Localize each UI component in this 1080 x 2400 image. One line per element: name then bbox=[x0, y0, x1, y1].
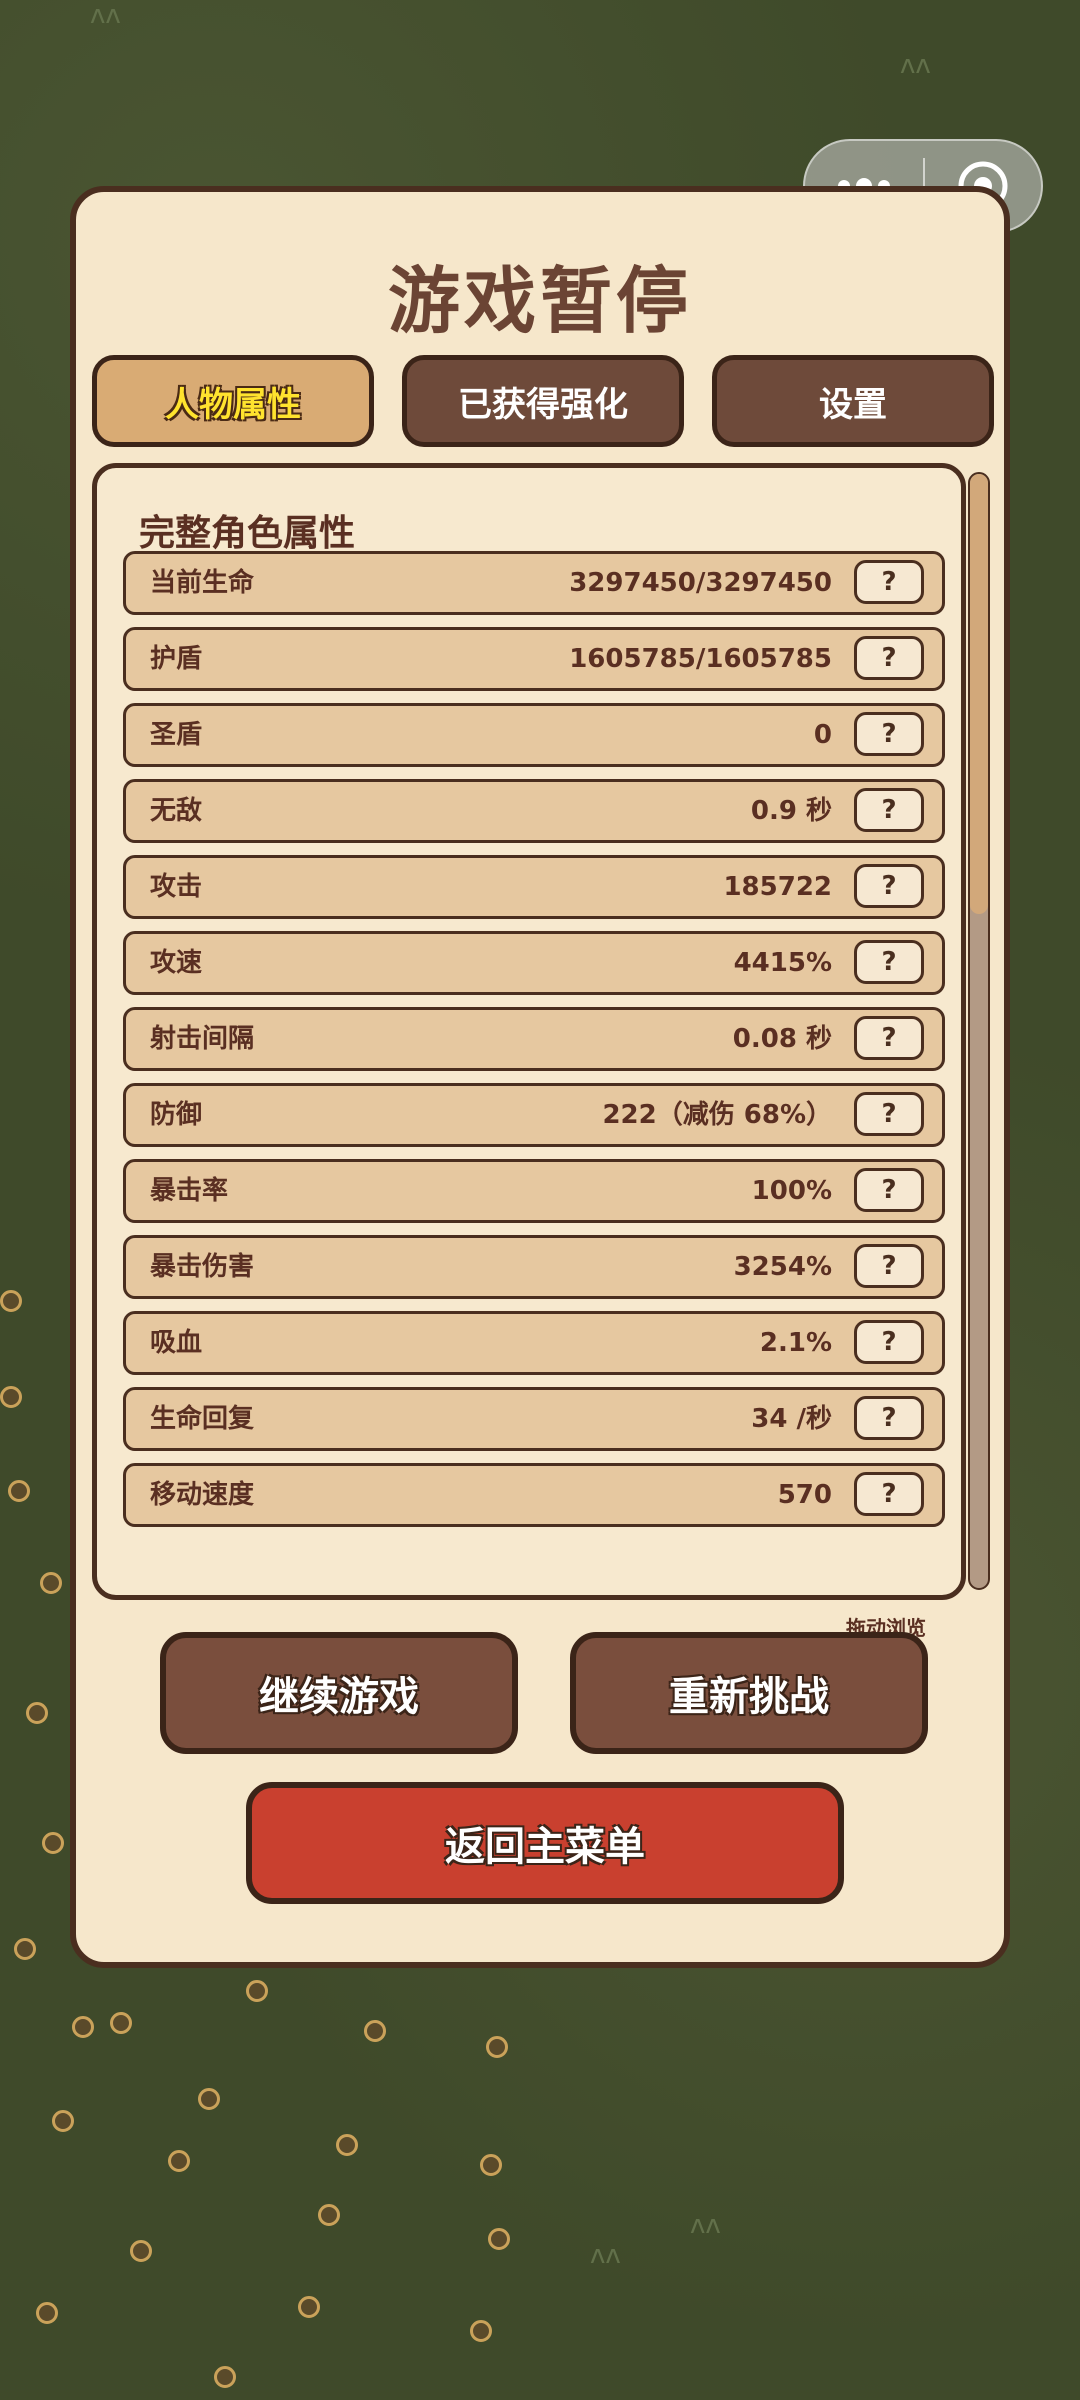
coin bbox=[488, 2228, 510, 2250]
attribute-heading: 完整角色属性 bbox=[139, 513, 356, 554]
coin bbox=[168, 2150, 190, 2172]
grass-icon: ᴧᴧ bbox=[90, 0, 121, 30]
coin bbox=[318, 2204, 340, 2226]
coin bbox=[198, 2088, 220, 2110]
attribute-value: 570 bbox=[777, 1480, 832, 1510]
page-title: 游戏暂停 bbox=[387, 259, 692, 343]
coin bbox=[52, 2110, 74, 2132]
help-button[interactable]: ? bbox=[854, 1016, 924, 1060]
attribute-label: 圣盾 bbox=[150, 720, 203, 750]
attribute-value: 4415% bbox=[733, 948, 832, 978]
help-button[interactable]: ? bbox=[854, 1396, 924, 1440]
attribute-value: 0.08 秒 bbox=[732, 1024, 832, 1054]
grass-icon: ᴧᴧ bbox=[900, 50, 931, 80]
help-button[interactable]: ? bbox=[854, 1168, 924, 1212]
attribute-value: 0.9 秒 bbox=[750, 796, 832, 826]
help-button[interactable]: ? bbox=[854, 864, 924, 908]
attribute-rows: 当前生命 3297450/3297450 ? 护盾 1605785/160578… bbox=[123, 551, 945, 1539]
scrollbar-thumb[interactable] bbox=[970, 474, 988, 914]
attribute-value: 3297450/3297450 bbox=[569, 568, 832, 598]
tab-settings[interactable]: 设置 bbox=[712, 355, 994, 447]
attribute-label: 移动速度 bbox=[150, 1480, 255, 1510]
help-button[interactable]: ? bbox=[854, 1244, 924, 1288]
coin bbox=[364, 2020, 386, 2042]
coin bbox=[470, 2320, 492, 2342]
attribute-row: 吸血 2.1% ? bbox=[123, 1311, 945, 1375]
attribute-value: 34 /秒 bbox=[751, 1404, 832, 1434]
attribute-value: 185722 bbox=[723, 872, 832, 902]
attribute-label: 生命回复 bbox=[150, 1404, 255, 1434]
grass-icon: ᴧᴧ bbox=[590, 2240, 621, 2270]
attribute-label: 无敌 bbox=[150, 796, 203, 826]
attribute-list-panel[interactable]: 完整角色属性 当前生命 3297450/3297450 ? 护盾 1605785… bbox=[92, 463, 966, 1600]
coin bbox=[486, 2036, 508, 2058]
help-button[interactable]: ? bbox=[854, 1092, 924, 1136]
attribute-row: 暴击伤害 3254% ? bbox=[123, 1235, 945, 1299]
attribute-label: 当前生命 bbox=[150, 568, 255, 598]
help-button[interactable]: ? bbox=[854, 712, 924, 756]
help-button[interactable]: ? bbox=[854, 560, 924, 604]
coin bbox=[336, 2134, 358, 2156]
attribute-label: 射击间隔 bbox=[150, 1024, 255, 1054]
coin bbox=[42, 1832, 64, 1854]
help-button[interactable]: ? bbox=[854, 788, 924, 832]
attribute-value: 222（减伤 68%） bbox=[602, 1100, 832, 1130]
coin bbox=[40, 1572, 62, 1594]
coin bbox=[130, 2240, 152, 2262]
coin bbox=[0, 1386, 22, 1408]
coin bbox=[214, 2366, 236, 2388]
attribute-row: 防御 222（减伤 68%） ? bbox=[123, 1083, 945, 1147]
attribute-row: 攻击 185722 ? bbox=[123, 855, 945, 919]
attribute-label: 攻击 bbox=[150, 872, 203, 902]
attribute-row: 圣盾 0 ? bbox=[123, 703, 945, 767]
coin bbox=[246, 1980, 268, 2002]
attribute-label: 攻速 bbox=[150, 948, 203, 978]
coin bbox=[36, 2302, 58, 2324]
attribute-row: 攻速 4415% ? bbox=[123, 931, 945, 995]
attribute-value: 1605785/1605785 bbox=[569, 644, 832, 674]
grass-icon: ᴧᴧ bbox=[690, 2210, 721, 2240]
attribute-label: 防御 bbox=[150, 1100, 203, 1130]
tab-character-attributes[interactable]: 人物属性 bbox=[92, 355, 374, 447]
attribute-row: 暴击率 100% ? bbox=[123, 1159, 945, 1223]
scrollbar[interactable] bbox=[968, 472, 990, 1590]
restart-challenge-button[interactable]: 重新挑战 bbox=[570, 1632, 928, 1754]
attribute-label: 暴击率 bbox=[150, 1176, 229, 1206]
attribute-row: 移动速度 570 ? bbox=[123, 1463, 945, 1527]
attribute-row: 生命回复 34 /秒 ? bbox=[123, 1387, 945, 1451]
coin bbox=[0, 1290, 22, 1312]
attribute-row: 当前生命 3297450/3297450 ? bbox=[123, 551, 945, 615]
coin bbox=[110, 2012, 132, 2034]
coin bbox=[480, 2154, 502, 2176]
continue-game-button[interactable]: 继续游戏 bbox=[160, 1632, 518, 1754]
attribute-value: 0 bbox=[813, 720, 832, 750]
help-button[interactable]: ? bbox=[854, 1472, 924, 1516]
attribute-row: 护盾 1605785/1605785 ? bbox=[123, 627, 945, 691]
attribute-value: 100% bbox=[751, 1176, 832, 1206]
main-menu-button[interactable]: 返回主菜单 bbox=[246, 1782, 844, 1904]
pause-panel: 游戏暂停 人物属性 已获得强化 设置 完整角色属性 当前生命 3297450/3… bbox=[70, 186, 1010, 1968]
attribute-row: 射击间隔 0.08 秒 ? bbox=[123, 1007, 945, 1071]
coin bbox=[26, 1702, 48, 1724]
help-button[interactable]: ? bbox=[854, 1320, 924, 1364]
attribute-label: 暴击伤害 bbox=[150, 1252, 255, 1282]
attribute-value: 2.1% bbox=[759, 1328, 832, 1358]
coin bbox=[8, 1480, 30, 1502]
help-button[interactable]: ? bbox=[854, 636, 924, 680]
attribute-value: 3254% bbox=[733, 1252, 832, 1282]
coin bbox=[14, 1938, 36, 1960]
coin bbox=[72, 2016, 94, 2038]
tab-obtained-upgrades[interactable]: 已获得强化 bbox=[402, 355, 684, 447]
attribute-row: 无敌 0.9 秒 ? bbox=[123, 779, 945, 843]
help-button[interactable]: ? bbox=[854, 940, 924, 984]
coin bbox=[298, 2296, 320, 2318]
attribute-label: 吸血 bbox=[150, 1328, 203, 1358]
attribute-label: 护盾 bbox=[150, 644, 203, 674]
